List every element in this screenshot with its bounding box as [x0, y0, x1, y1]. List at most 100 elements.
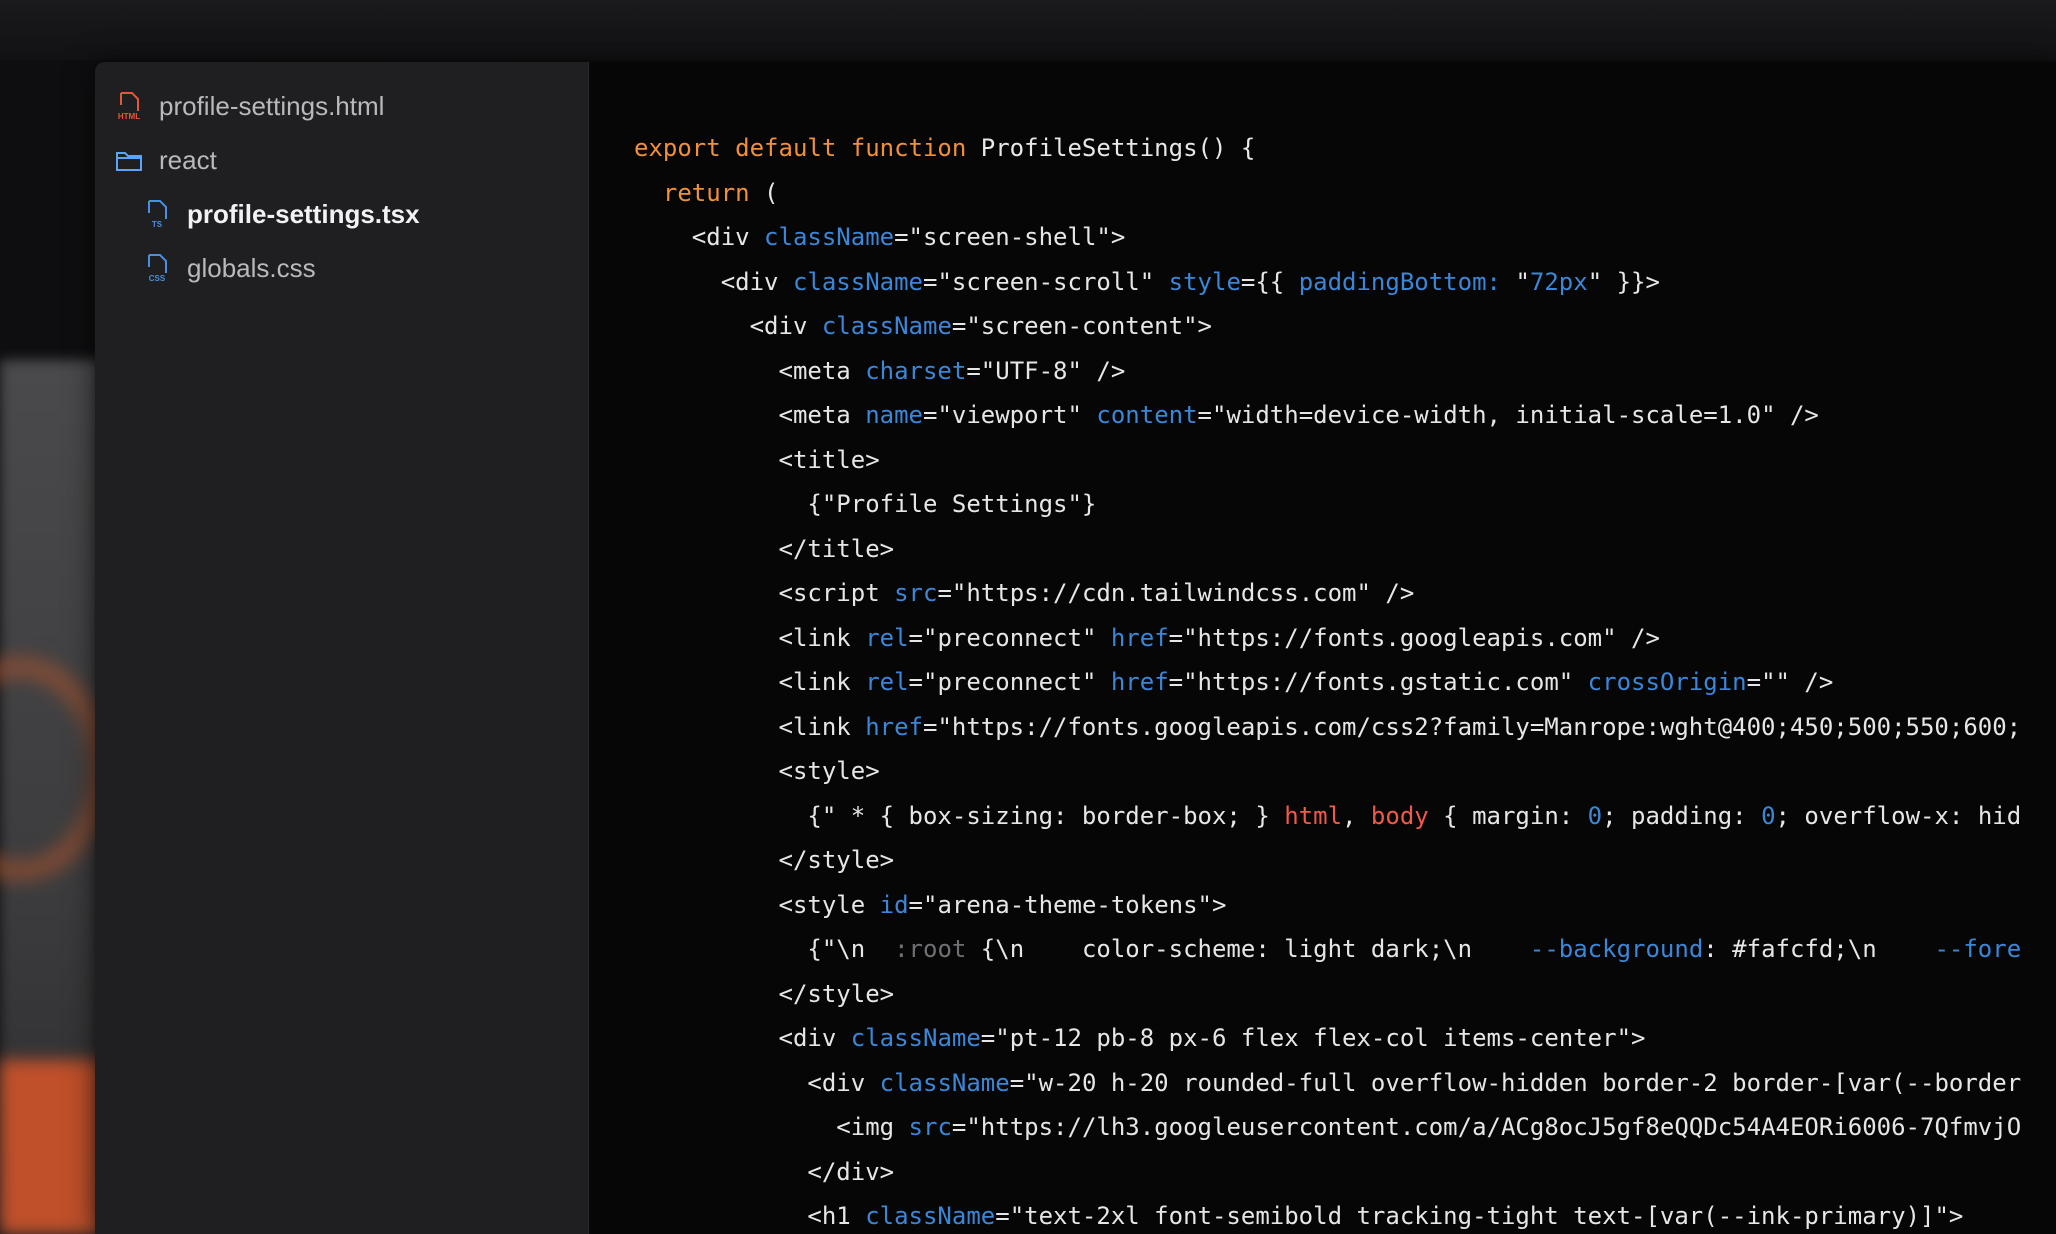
code-line: <div className="screen-shell">	[634, 215, 2021, 260]
code-token: 0	[1761, 801, 1776, 830]
code-token: rel	[865, 668, 909, 696]
code-token: name	[865, 401, 923, 429]
code-token: charset	[865, 356, 967, 385]
code-token: =	[908, 890, 923, 919]
code-token: =	[1197, 401, 1212, 429]
code-token: crossOrigin	[1587, 668, 1747, 696]
file-type-badge: TS	[151, 220, 163, 229]
code-token: "UTF-8"	[980, 356, 1082, 385]
code-token: "screen-scroll"	[937, 267, 1169, 296]
code-token: className	[879, 1068, 1010, 1097]
code-token: =	[894, 223, 909, 251]
code-token: ={{	[1240, 267, 1299, 296]
code-line: <link href="https://fonts.googleapis.com…	[634, 705, 2021, 750]
code-token: <title>	[634, 445, 880, 474]
code-token: "screen-content"	[966, 312, 1198, 340]
code-line: <script src="https://cdn.tailwindcss.com…	[634, 571, 2021, 616]
code-token: <link	[634, 712, 866, 741]
code-token: />	[1370, 579, 1415, 607]
tsx-file-icon: TS	[143, 199, 171, 229]
code-token: <div	[634, 1068, 880, 1097]
code-token: <img	[634, 1113, 909, 1141]
file-tree-item-label: globals.css	[187, 252, 316, 283]
code-token: ; overflow-x: hid	[1775, 801, 2022, 830]
code-token: </title>	[634, 534, 895, 563]
code-token: <h1	[634, 1202, 866, 1230]
code-token: "https://fonts.googleapis.com/css2?famil…	[937, 712, 2022, 741]
code-token: <script	[634, 579, 895, 607]
code-token: <link	[634, 668, 866, 696]
code-token: >	[1948, 1202, 1964, 1230]
code-token: "text-2xl font-semibold tracking-tight t…	[1009, 1202, 1949, 1230]
code-token: =	[980, 1024, 996, 1052]
code-token: "width=device-width, initial-scale=1.0"	[1212, 401, 1776, 429]
code-token: =	[923, 267, 938, 296]
code-token: "https://fonts.gstatic.com"	[1183, 668, 1588, 696]
code-editor-pane[interactable]: export default function ProfileSettings(…	[588, 62, 2056, 1234]
file-tree-item-label: profile-settings.tsx	[187, 198, 420, 229]
code-token: rel	[865, 623, 909, 652]
code-line: return (	[634, 171, 2021, 216]
code-token: }}>	[1602, 267, 1660, 296]
code-token: 72px	[1529, 267, 1588, 296]
file-tree-item-label: profile-settings.html	[159, 90, 385, 121]
blurred-top-bar	[0, 0, 2056, 60]
code-line: <div className="w-20 h-20 rounded-full o…	[634, 1061, 2021, 1106]
css-file-icon: CSS	[143, 253, 171, 283]
file-tree-item[interactable]: TS profile-settings.tsx	[143, 194, 420, 234]
file-tree-item[interactable]: react	[115, 140, 217, 180]
file-tree-item[interactable]: CSS globals.css	[143, 248, 316, 288]
code-token: href	[1110, 623, 1169, 652]
code-line: <div className="pt-12 pb-8 px-6 flex fle…	[634, 1016, 2021, 1061]
code-token: =	[966, 356, 981, 385]
code-token: "https://lh3.googleusercontent.com/a/ACg…	[966, 1113, 2022, 1141]
code-token: =	[922, 401, 938, 429]
code-token: >	[1211, 890, 1227, 919]
code-token: paddingBottom:	[1298, 267, 1516, 296]
file-type-badge: CSS	[148, 274, 166, 283]
code-token: {"\n	[634, 935, 895, 963]
code-line: <meta name="viewport" content="width=dev…	[634, 393, 2021, 438]
code-token: content	[1096, 401, 1198, 429]
code-token: <div	[634, 312, 822, 340]
html-file-icon: HTML	[115, 91, 143, 121]
code-line: <meta charset="UTF-8" />	[634, 349, 2021, 394]
folder-icon	[115, 145, 143, 175]
code-line: <style>	[634, 749, 2021, 794]
code-token: html	[1284, 801, 1343, 830]
code-token: className	[865, 1202, 996, 1230]
code-line: export default function ProfileSettings(…	[634, 126, 2021, 171]
code-token: </div>	[634, 1157, 895, 1186]
code-token: "preconnect"	[923, 668, 1111, 696]
code-token: export default function	[634, 134, 981, 162]
file-explorer-sidebar: HTML profile-settings.html react TS profile-…	[95, 62, 587, 1234]
code-token: "arena-theme-tokens"	[923, 890, 1212, 919]
code-line: </title>	[634, 527, 2021, 572]
code-token: : #fafcfd;\n	[1703, 935, 1935, 963]
code-token: </style>	[634, 979, 895, 1008]
code-token: />	[1081, 356, 1126, 385]
code-token: {"Profile Settings"}	[634, 490, 1097, 518]
code-token: "	[1587, 267, 1603, 296]
code-token: <div	[634, 1024, 851, 1052]
code-token: ,	[1342, 801, 1371, 830]
code-token: =	[1009, 1068, 1025, 1097]
code-line: {"Profile Settings"}	[634, 482, 2021, 527]
code-token: =	[908, 623, 923, 652]
code-token: <div	[634, 267, 793, 296]
code-token: <div	[634, 223, 765, 251]
code-token: =	[937, 579, 952, 607]
code-token: "screen-shell"	[908, 223, 1111, 251]
code-token: src	[908, 1113, 952, 1141]
code-token: style	[1168, 267, 1241, 296]
code-token: "	[1515, 267, 1530, 296]
code-token: >	[1197, 312, 1212, 340]
code-token: --background	[1529, 935, 1704, 963]
code-token: =	[1168, 623, 1184, 652]
code-token: className	[792, 267, 923, 296]
file-tree-item[interactable]: HTML profile-settings.html	[115, 86, 385, 126]
code-line: <h1 className="text-2xl font-semibold tr…	[634, 1194, 2021, 1234]
code-line: <div className="screen-scroll" style={{ …	[634, 260, 2021, 305]
code-token: id	[879, 890, 909, 919]
code-token: --fore	[1934, 935, 2022, 963]
